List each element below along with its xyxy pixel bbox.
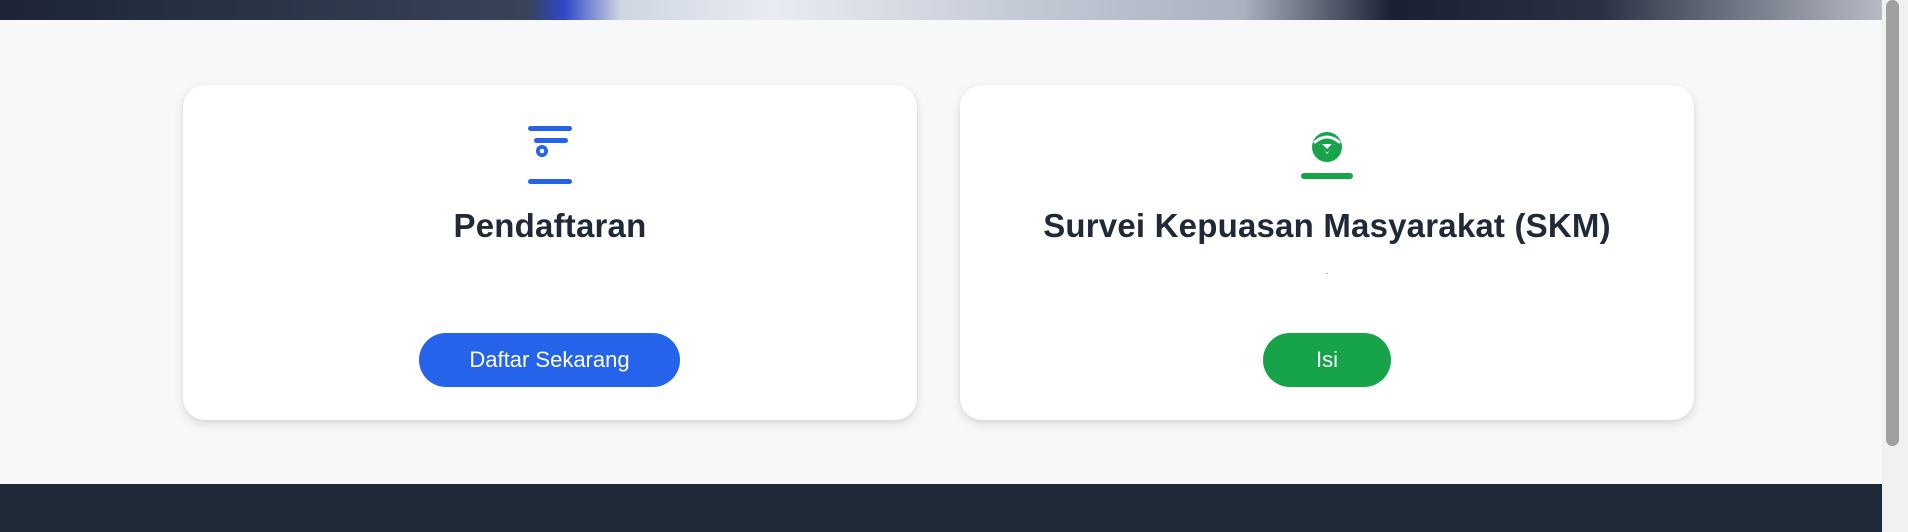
registration-card: Pendaftaran Daftar Sekarang bbox=[183, 85, 917, 420]
scrollbar-thumb[interactable] bbox=[1886, 0, 1899, 446]
page: Pendaftaran Daftar Sekarang Survei Kepua… bbox=[0, 0, 1908, 532]
footer bbox=[0, 484, 1882, 532]
register-now-button[interactable]: Daftar Sekarang bbox=[419, 333, 680, 387]
survey-description: . bbox=[1325, 265, 1329, 277]
registration-form-icon bbox=[520, 125, 580, 185]
services-section: Pendaftaran Daftar Sekarang Survei Kepua… bbox=[0, 20, 1882, 484]
hero-image-bottom-edge bbox=[0, 0, 1882, 20]
survey-title: Survei Kepuasan Masyarakat (SKM) bbox=[1043, 207, 1611, 244]
registration-title: Pendaftaran bbox=[453, 207, 647, 244]
survey-check-badge-icon bbox=[1297, 125, 1357, 185]
fill-survey-button[interactable]: Isi bbox=[1263, 333, 1391, 387]
page-scrollbar[interactable] bbox=[1882, 0, 1908, 532]
survey-card: Survei Kepuasan Masyarakat (SKM) . Isi bbox=[960, 85, 1694, 420]
